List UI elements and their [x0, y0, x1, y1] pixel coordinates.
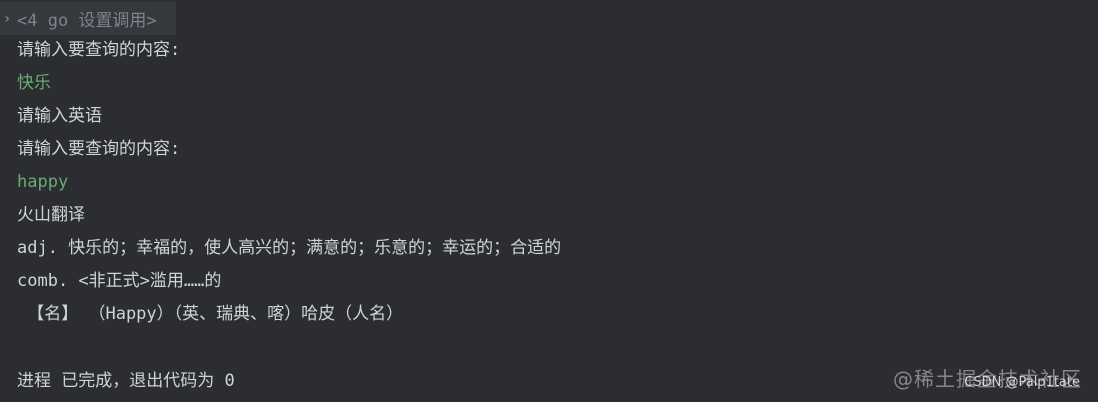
- console-line-prompt-1: 请输入要查询的内容:: [17, 40, 181, 60]
- console-line-prompt-2: 请输入英语: [17, 106, 102, 126]
- command-header-text: <4 go 设置调用>: [17, 11, 157, 31]
- console-line-prompt-3: 请输入要查询的内容:: [17, 139, 181, 159]
- console-line-source: 火山翻译: [17, 205, 85, 225]
- collapsed-command-header[interactable]: › <4 go 设置调用>: [0, 2, 176, 35]
- console-line-definition-comb: comb. <非正式>滥用……的: [17, 271, 222, 291]
- console-line-input-1: 快乐: [17, 73, 51, 93]
- console-line-definition-name: 【名】 （Happy）（英、瑞典、喀）哈皮（人名）: [17, 304, 404, 324]
- console-line-definition-adj: adj. 快乐的；幸福的，使人高兴的；满意的；乐意的；幸运的；合适的: [17, 238, 562, 258]
- chevron-right-icon[interactable]: ›: [0, 11, 14, 27]
- run-console: › <4 go 设置调用> 请输入要查询的内容: 快乐 请输入英语 请输入要查询…: [0, 0, 1098, 402]
- watermark-csdn: CSDN @Palp1tate: [964, 375, 1080, 390]
- console-line-input-2: happy: [17, 172, 69, 192]
- console-line-exit-status: 进程 已完成，退出代码为 0: [17, 371, 235, 391]
